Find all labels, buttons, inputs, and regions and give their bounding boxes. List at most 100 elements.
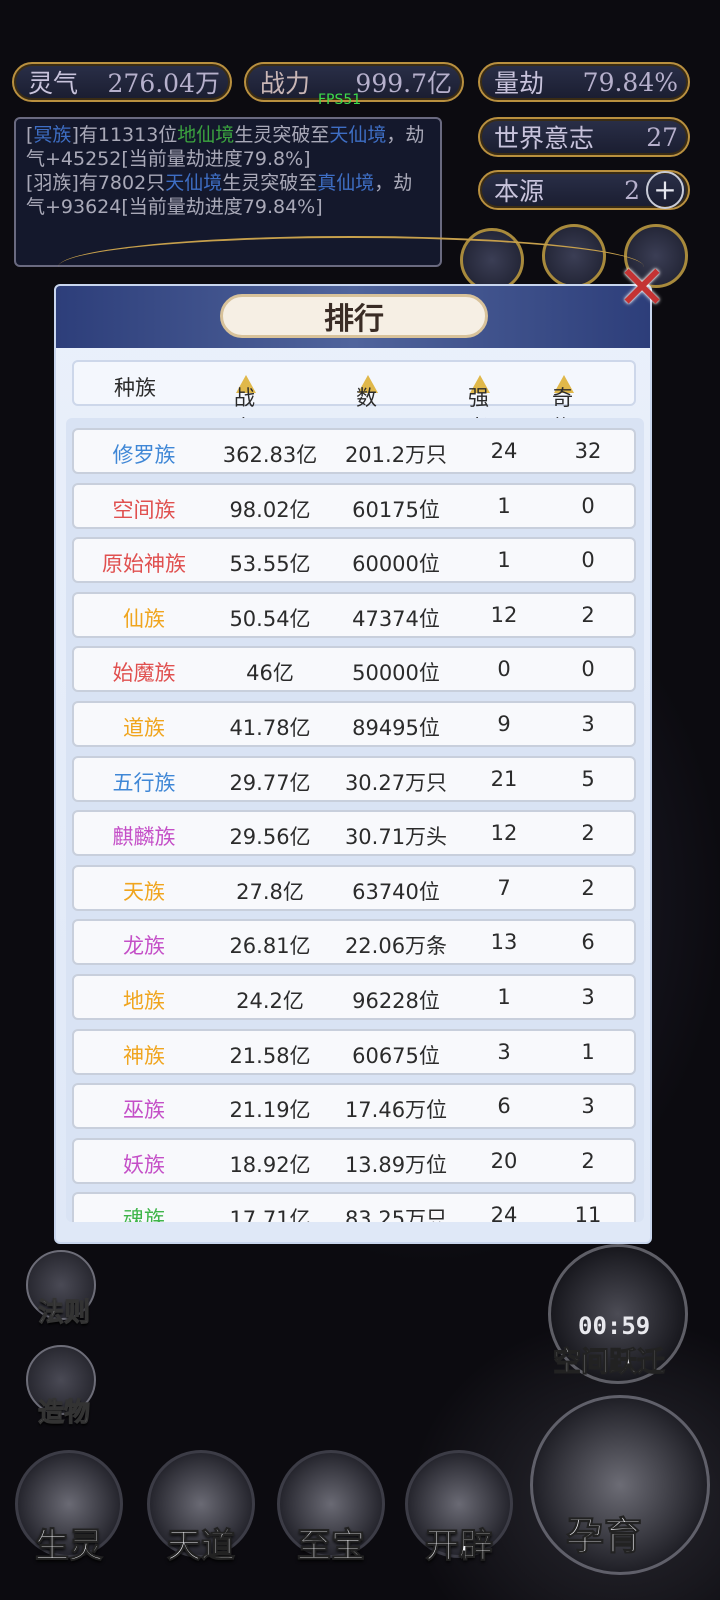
world-will-pill[interactable]: 世界意志 27 xyxy=(478,117,690,157)
table-row[interactable]: 五行族 29.77亿 30.27万只 21 5 xyxy=(72,755,636,802)
cell-strong: 1 xyxy=(497,493,511,518)
table-row[interactable]: 空间族 98.02亿 60175位 1 0 xyxy=(72,482,636,529)
cell-treasure: 1 xyxy=(581,1039,595,1064)
cell-strong: 7 xyxy=(497,875,511,900)
cell-count: 201.2万只 xyxy=(344,443,448,467)
calamity-pill: 量劫 79.84% xyxy=(478,62,690,102)
log-text: 生灵突破至 xyxy=(222,172,318,194)
cell-race: 麒麟族 xyxy=(112,825,176,850)
origin-value: 2 xyxy=(624,175,640,205)
world-will-label: 世界意志 xyxy=(494,124,595,153)
cell-strong: 0 xyxy=(497,657,511,682)
cell-count: 47374位 xyxy=(352,606,440,631)
table-row[interactable]: 原始神族 53.55亿 60000位 1 0 xyxy=(72,537,636,584)
space-jump-timer: 00:59 xyxy=(578,1312,651,1340)
cell-strong: 20 xyxy=(490,1148,518,1173)
cell-treasure: 5 xyxy=(581,766,595,791)
cell-race: 修罗族 xyxy=(112,443,176,467)
law-label: 法则 xyxy=(37,1298,91,1329)
beings-label: 生灵 xyxy=(35,1526,104,1567)
fps-counter: FPS51 xyxy=(318,92,362,108)
log-realm: 真仙境 xyxy=(317,172,375,194)
table-row[interactable]: 麒麟族 29.56亿 30.71万头 12 2 xyxy=(72,810,636,857)
table-row[interactable]: 魂族 17.71亿 83.25万只 24 11 xyxy=(72,1192,636,1222)
modal-header: 排行 xyxy=(56,286,650,348)
cell-race: 地族 xyxy=(123,989,165,1013)
column-header-row: 种族 战力 数量 强者 奇物 xyxy=(72,360,636,440)
cell-treasure: 3 xyxy=(581,985,595,1009)
log-realm: 天仙境 xyxy=(329,124,387,146)
cell-treasure: 11 xyxy=(574,1203,602,1222)
cell-race: 始魔族 xyxy=(112,661,176,686)
ranking-list[interactable]: 修罗族 362.83亿 201.2万只 24 32 空间族 98.02亿 60175位 1 0 原始… xyxy=(66,418,644,1222)
cell-treasure: 2 xyxy=(581,821,595,846)
cell-treasure: 2 xyxy=(581,602,595,627)
cell-power: 29.56亿 xyxy=(229,825,311,850)
cell-count: 13.89万位 xyxy=(344,1152,448,1177)
cell-count: 30.71万头 xyxy=(344,825,448,850)
cell-race: 原始神族 xyxy=(102,552,186,577)
cell-count: 63740位 xyxy=(352,879,440,904)
cell-strong: 1 xyxy=(497,985,511,1009)
close-icon[interactable]: ✕ xyxy=(610,258,674,322)
cell-treasure: 3 xyxy=(581,1094,595,1119)
cell-treasure: 2 xyxy=(581,875,595,900)
heaven-dao-button[interactable]: 天道 xyxy=(142,1450,260,1590)
power-label: 战力 xyxy=(260,69,311,98)
log-text: 生灵突破至 xyxy=(234,124,330,146)
cell-power: 21.58亿 xyxy=(229,1043,311,1068)
cell-count: 89495位 xyxy=(352,716,440,740)
cell-count: 60675位 xyxy=(352,1043,440,1068)
cell-strong: 3 xyxy=(497,1039,511,1064)
power-value: 999.7亿 xyxy=(355,69,452,98)
cell-strong: 12 xyxy=(490,602,518,627)
table-row[interactable]: 仙族 50.54亿 47374位 12 2 xyxy=(72,591,636,638)
cell-treasure: 0 xyxy=(581,657,595,682)
cell-race: 仙族 xyxy=(123,606,165,631)
log-entry: [羽族]有7802只天仙境生灵突破至真仙境，劫气+93624[当前量劫进度79.… xyxy=(26,171,430,219)
col-race: 种族 xyxy=(114,376,156,400)
treasure-button[interactable]: 至宝 xyxy=(272,1450,390,1590)
col-treasure-sort[interactable]: 奇物 xyxy=(552,372,574,440)
add-origin-button[interactable]: + xyxy=(646,171,684,209)
cell-treasure: 0 xyxy=(581,493,595,518)
cell-count: 60000位 xyxy=(352,552,440,577)
table-row[interactable]: 始魔族 46亿 50000位 0 0 xyxy=(72,646,636,693)
creation-label: 造物 xyxy=(37,1398,91,1429)
world-will-value: 27 xyxy=(646,122,678,152)
cell-power: 41.78亿 xyxy=(229,716,311,740)
cell-count: 30.27万只 xyxy=(344,770,448,795)
col-count-sort[interactable]: 数量 xyxy=(356,372,378,440)
cell-power: 98.02亿 xyxy=(229,497,311,522)
cell-treasure: 2 xyxy=(581,1148,595,1173)
col-strong-sort[interactable]: 强者 xyxy=(468,372,490,440)
cell-power: 21.19亿 xyxy=(229,1098,311,1123)
table-row[interactable]: 神族 21.58亿 60675位 3 1 xyxy=(72,1028,636,1075)
log-text: ]有11313位 xyxy=(71,124,178,146)
table-row[interactable]: 修罗族 362.83亿 201.2万只 24 32 xyxy=(72,428,636,474)
beings-button[interactable]: 生灵 xyxy=(10,1450,128,1590)
cell-race: 空间族 xyxy=(112,497,176,522)
table-row[interactable]: 龙族 26.81亿 22.06万条 13 6 xyxy=(72,919,636,966)
calamity-value: 79.84% xyxy=(582,67,678,97)
origin-label: 本源 xyxy=(494,177,545,206)
table-row[interactable]: 道族 41.78亿 89495位 9 3 xyxy=(72,701,636,747)
col-power-sort[interactable]: 战力 xyxy=(234,372,256,440)
table-row[interactable]: 地族 24.2亿 96228位 1 3 xyxy=(72,974,636,1020)
log-race: 冥族 xyxy=(33,124,72,146)
creation-open-button[interactable]: 开辟 xyxy=(400,1450,518,1590)
table-row[interactable]: 天族 27.8亿 63740位 7 2 xyxy=(72,864,636,911)
calamity-label: 量劫 xyxy=(494,69,545,98)
lingqi-pill: 灵气 276.04万 xyxy=(12,62,232,102)
cell-strong: 13 xyxy=(490,930,518,955)
cell-power: 50.54亿 xyxy=(229,606,311,631)
table-row[interactable]: 巫族 21.19亿 17.46万位 6 3 xyxy=(72,1083,636,1130)
cell-treasure: 32 xyxy=(574,439,602,463)
cell-count: 50000位 xyxy=(352,661,440,686)
cell-power: 24.2亿 xyxy=(236,989,304,1013)
cell-power: 26.81亿 xyxy=(229,934,311,959)
nurture-label: 孕育 xyxy=(565,1513,643,1559)
cell-count: 83.25万只 xyxy=(344,1207,448,1222)
table-row[interactable]: 妖族 18.92亿 13.89万位 20 2 xyxy=(72,1137,636,1184)
log-entry: [冥族]有11313位地仙境生灵突破至天仙境，劫气+45252[当前量劫进度79… xyxy=(26,123,430,171)
